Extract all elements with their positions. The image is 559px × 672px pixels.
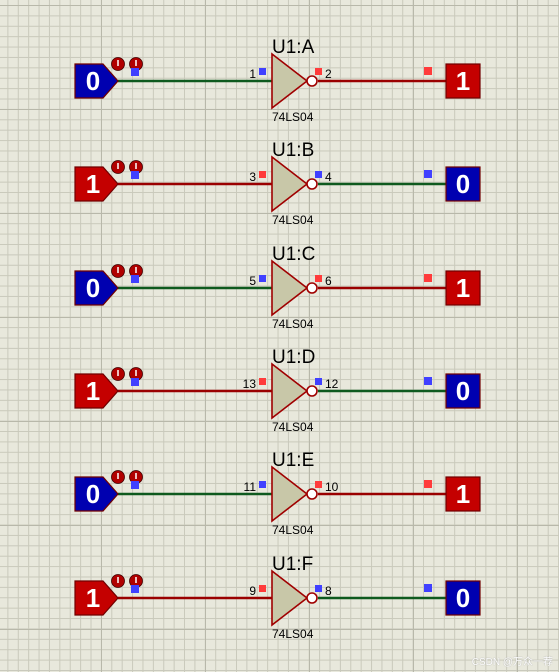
- pin-marker: [315, 275, 322, 282]
- pin-marker: [424, 170, 432, 178]
- inverter-gate[interactable]: [271, 155, 309, 213]
- pin-marker: [315, 68, 322, 75]
- inverter-bubble: [306, 75, 318, 87]
- pin-number-output: 10: [325, 480, 339, 494]
- gate-reference: U1:F: [272, 554, 313, 575]
- inverter-row: 0 U1:C 5 6 74LS04 1: [74, 244, 481, 331]
- pin-number-output: 4: [325, 170, 332, 184]
- gate-reference: U1:D: [272, 347, 315, 368]
- part-name: 74LS04: [272, 317, 314, 331]
- inverter-gate[interactable]: [271, 465, 309, 523]
- gate-reference: U1:B: [272, 140, 314, 161]
- part-name: 74LS04: [272, 627, 314, 641]
- pin-number-output: 12: [325, 377, 339, 391]
- input-value: 1: [86, 583, 100, 613]
- pin-number-output: 2: [325, 67, 332, 81]
- pin-marker: [315, 585, 322, 592]
- inverter-gate[interactable]: [271, 259, 309, 317]
- pin-marker: [131, 275, 139, 283]
- pin-marker: [131, 481, 139, 489]
- pin-marker: [424, 67, 432, 75]
- gate-reference: U1:E: [272, 450, 314, 471]
- input-value: 0: [86, 66, 100, 96]
- pin-marker: [315, 481, 322, 488]
- output-value: 1: [456, 66, 470, 96]
- pin-number-output: 8: [325, 584, 332, 598]
- pin-number-input: 11: [244, 480, 257, 494]
- inverter-row: 0 U1:E 11 10 74LS04 1: [74, 450, 481, 537]
- pin-marker: [259, 481, 266, 488]
- part-name: 74LS04: [272, 213, 314, 227]
- pin-marker: [424, 480, 432, 488]
- inverter-bubble: [306, 282, 318, 294]
- part-name: 74LS04: [272, 110, 314, 124]
- inverter-bubble: [306, 592, 318, 604]
- pin-number-input: 5: [249, 274, 256, 288]
- inverter-gate[interactable]: [271, 52, 309, 110]
- gate-reference: U1:C: [272, 244, 315, 265]
- watermark: CSDN @万众一荐: [471, 657, 553, 668]
- probe-icon[interactable]: [111, 160, 125, 174]
- gate-reference: U1:A: [272, 37, 315, 58]
- probe-icon[interactable]: [111, 367, 125, 381]
- input-value: 0: [86, 479, 100, 509]
- pin-marker: [259, 585, 266, 592]
- input-value: 0: [86, 273, 100, 303]
- pin-marker: [131, 378, 139, 386]
- output-value: 0: [456, 376, 470, 406]
- probe-icon[interactable]: [111, 574, 125, 588]
- pin-marker: [315, 378, 322, 385]
- part-name: 74LS04: [272, 420, 314, 434]
- input-value: 1: [86, 169, 100, 199]
- pin-marker: [424, 377, 432, 385]
- inverter-bubble: [306, 488, 318, 500]
- pin-number-input: 9: [249, 584, 256, 598]
- inverter-bubble: [306, 385, 318, 397]
- inverter-bubble: [306, 178, 318, 190]
- output-value: 1: [456, 273, 470, 303]
- output-value: 0: [456, 169, 470, 199]
- pin-marker: [259, 68, 266, 75]
- pin-marker: [424, 274, 432, 282]
- pin-number-input: 1: [249, 67, 256, 81]
- schematic-canvas[interactable]: 0U1:A1 274LS0411U1:B3 474LS0400U1:C5 674LS0…: [0, 0, 559, 672]
- inverter-row: 0 U1:A 1 2 74LS04 1: [74, 37, 481, 124]
- output-value: 0: [456, 583, 470, 613]
- probe-icon[interactable]: [111, 264, 125, 278]
- inverter-gate[interactable]: [271, 569, 309, 627]
- pin-number-output: 6: [325, 274, 332, 288]
- inverter-row: 1 U1:F 9 8 74LS04 0: [74, 554, 481, 641]
- pin-marker: [259, 275, 266, 282]
- output-value: 1: [456, 479, 470, 509]
- probe-icon[interactable]: [111, 470, 125, 484]
- pin-marker: [259, 378, 266, 385]
- probe-icon[interactable]: [111, 57, 125, 71]
- pin-number-input: 3: [249, 170, 256, 184]
- pin-marker: [131, 68, 139, 76]
- inverter-row: 1 U1:B 3 4 74LS04 0: [74, 140, 481, 227]
- inverter-row: 1 U1:D 13 12 74LS04 0: [74, 347, 481, 434]
- pin-marker: [315, 171, 322, 178]
- pin-marker: [259, 171, 266, 178]
- part-name: 74LS04: [272, 523, 314, 537]
- pin-marker: [424, 584, 432, 592]
- inverter-gate[interactable]: [271, 362, 309, 420]
- pin-marker: [131, 171, 139, 179]
- pin-number-input: 13: [243, 377, 257, 391]
- input-value: 1: [86, 376, 100, 406]
- pin-marker: [131, 585, 139, 593]
